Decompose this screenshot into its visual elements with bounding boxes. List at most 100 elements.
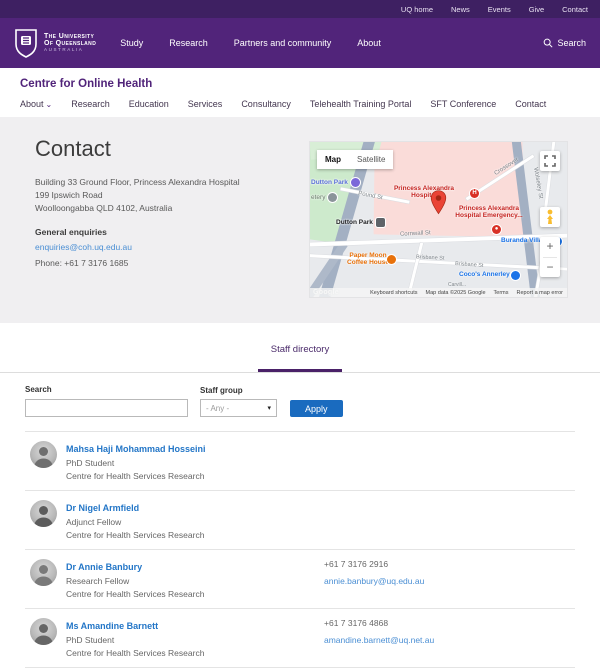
map-label-dutton-park-rail: Dutton Park: [336, 219, 373, 226]
logo-line1: The University: [44, 33, 96, 40]
map-label-cemetery: etery: [311, 194, 325, 201]
staff-group-label: Staff group: [200, 386, 277, 395]
map-label-cocos: Coco's Annerley: [459, 271, 510, 278]
keyboard-shortcuts-link[interactable]: Keyboard shortcuts: [370, 290, 417, 296]
topbar-link-uq-home[interactable]: UQ home: [401, 5, 433, 14]
map-label-hospital: Princess Alexandra Hospital: [388, 185, 460, 199]
main-navbar: The University Of Queensland AUSTRALIA S…: [0, 18, 600, 68]
subnav-education[interactable]: Education: [129, 99, 169, 109]
subnav-about[interactable]: About⌄: [20, 99, 52, 109]
search-icon: [543, 38, 553, 48]
staff-row: Dr Nigel Armfield Adjunct Fellow Centre …: [25, 490, 575, 549]
cemetery-icon[interactable]: [328, 193, 337, 202]
google-map[interactable]: Princess Alexandra Hospital H Princess A…: [310, 142, 567, 297]
tab-bar: Staff directory: [0, 323, 600, 373]
staff-group-select[interactable]: - Any - ▾: [200, 399, 277, 417]
staff-phone: +61 7 3176 2916: [324, 558, 424, 571]
zoom-in-button[interactable]: +: [540, 237, 560, 257]
apply-button[interactable]: Apply: [290, 400, 343, 417]
map-label-cornwall-st: Cornwall St: [400, 230, 431, 238]
utility-bar: UQ home News Events Give Contact: [0, 0, 600, 18]
pegman-icon: [540, 207, 560, 227]
staff-department: Centre for Health Services Research: [66, 647, 324, 660]
tab-staff-directory[interactable]: Staff directory: [258, 344, 342, 372]
select-caret-icon: ▾: [267, 404, 271, 412]
busway-station-icon[interactable]: [351, 178, 360, 187]
staff-search-input[interactable]: [25, 399, 188, 417]
avatar: [30, 618, 57, 645]
staff-title: PhD Student: [66, 457, 324, 470]
menu-partners[interactable]: Partners and community: [234, 38, 332, 48]
staff-row: Mahsa Haji Mohammad Hosseini PhD Student…: [25, 431, 575, 490]
fullscreen-button[interactable]: [540, 151, 560, 171]
menu-about[interactable]: About: [357, 38, 381, 48]
staff-department: Centre for Health Services Research: [66, 529, 324, 542]
subnav-sft-conference[interactable]: SFT Conference: [430, 99, 496, 109]
staff-row: Dr Annie Banbury Research Fellow Centre …: [25, 549, 575, 608]
subnav-contact[interactable]: Contact: [515, 99, 546, 109]
uq-crest-icon: [14, 28, 38, 58]
subnav-consultancy[interactable]: Consultancy: [241, 99, 291, 109]
emergency-icon[interactable]: ●: [492, 225, 501, 234]
logo-line3: AUSTRALIA: [44, 48, 96, 53]
main-menu: Study Research Partners and community Ab…: [120, 38, 381, 48]
avatar: [30, 500, 57, 527]
search-field-label: Search: [25, 385, 188, 394]
staff-title: PhD Student: [66, 634, 324, 647]
address-line: Woolloongabba QLD 4102, Australia: [35, 202, 310, 215]
staff-directory-list: Mahsa Haji Mohammad Hosseini PhD Student…: [0, 431, 600, 668]
hospital-icon[interactable]: H: [470, 189, 479, 198]
avatar: [30, 441, 57, 468]
address-line: Building 33 Ground Floor, Princess Alexa…: [35, 176, 310, 189]
map-label-paper-moon: Paper Moon Coffee House: [343, 252, 393, 266]
logo-line2: Of Queensland: [44, 40, 96, 47]
search-label: Search: [557, 38, 586, 48]
staff-name-link[interactable]: Mahsa Haji Mohammad Hosseini: [66, 444, 206, 454]
general-enquiries-label: General enquiries: [35, 227, 310, 237]
map-label-brisbane-st-2: Brisbane St: [455, 261, 484, 269]
zoom-out-button[interactable]: −: [540, 258, 560, 278]
map-label-buranda: Buranda Villa: [501, 237, 542, 244]
fullscreen-icon: [540, 151, 560, 171]
topbar-link-give[interactable]: Give: [529, 5, 544, 14]
staff-name-link[interactable]: Ms Amandine Barnett: [66, 621, 158, 631]
map-type-map-button[interactable]: Map: [317, 150, 349, 169]
subnav-services[interactable]: Services: [188, 99, 223, 109]
map-pin-icon[interactable]: [430, 190, 447, 215]
shopping-icon[interactable]: [511, 271, 520, 280]
staff-name-link[interactable]: Dr Annie Banbury: [66, 562, 142, 572]
enquiries-email-link[interactable]: enquiries@coh.uq.edu.au: [35, 242, 132, 252]
site-title[interactable]: Centre for Online Health: [20, 78, 580, 90]
pegman-button[interactable]: [540, 207, 560, 227]
uq-logo[interactable]: The University Of Queensland AUSTRALIA: [14, 28, 96, 58]
avatar: [30, 559, 57, 586]
terms-link[interactable]: Terms: [494, 290, 509, 296]
topbar-link-events[interactable]: Events: [488, 5, 511, 14]
site-header: Centre for Online Health About⌄ Research…: [0, 68, 600, 117]
staff-department: Centre for Health Services Research: [66, 588, 324, 601]
staff-title: Research Fellow: [66, 575, 324, 588]
topbar-link-contact[interactable]: Contact: [562, 5, 588, 14]
search-button[interactable]: Search: [543, 38, 586, 48]
staff-filter-form: Search Staff group - Any - ▾ Apply: [0, 373, 600, 431]
subnav-telehealth-portal[interactable]: Telehealth Training Portal: [310, 99, 412, 109]
menu-research[interactable]: Research: [169, 38, 208, 48]
cafe-icon[interactable]: [387, 255, 396, 264]
map-type-satellite-button[interactable]: Satellite: [349, 150, 393, 169]
staff-phone: +61 7 3176 4868: [324, 617, 434, 630]
staff-name-link[interactable]: Dr Nigel Armfield: [66, 503, 139, 513]
staff-row: Ms Amandine Barnett PhD Student Centre f…: [25, 608, 575, 668]
page-title: Contact: [35, 136, 310, 162]
staff-email-link[interactable]: amandine.barnett@uq.net.au: [324, 635, 434, 645]
staff-title: Adjunct Fellow: [66, 516, 324, 529]
staff-group-value: - Any -: [206, 404, 229, 413]
staff-email-link[interactable]: annie.banbury@uq.edu.au: [324, 576, 424, 586]
menu-study[interactable]: Study: [120, 38, 143, 48]
staff-department: Centre for Health Services Research: [66, 470, 324, 483]
rail-station-icon[interactable]: [376, 218, 385, 227]
subnav-research[interactable]: Research: [71, 99, 110, 109]
chevron-down-icon: ⌄: [46, 100, 53, 109]
report-map-error-link[interactable]: Report a map error: [517, 290, 563, 296]
topbar-link-news[interactable]: News: [451, 5, 470, 14]
address-line: 199 Ipswich Road: [35, 189, 310, 202]
